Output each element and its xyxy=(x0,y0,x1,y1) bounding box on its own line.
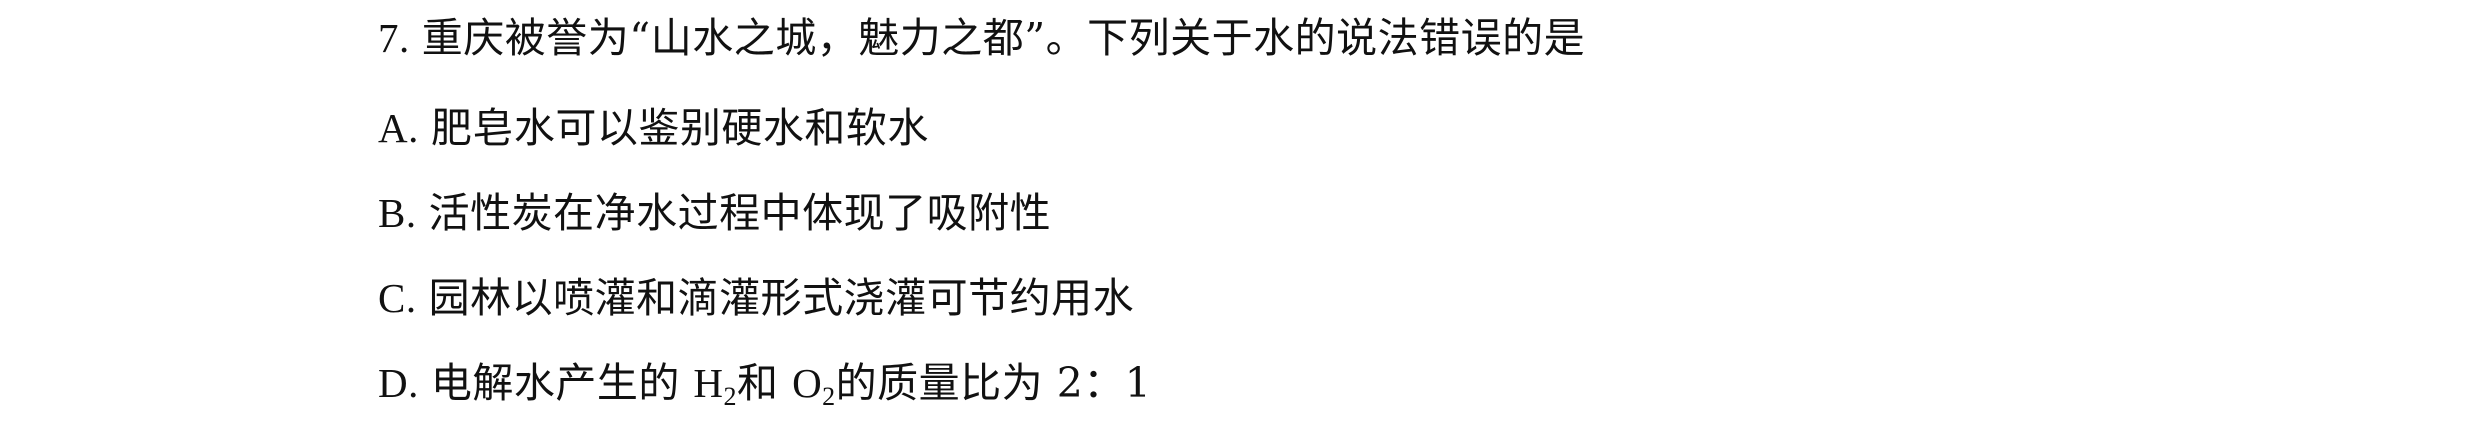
question-text: 重庆被誉为“山水之城，魅力之都”。下列关于水的说法错误的是 xyxy=(421,14,1586,62)
option-d-letter: D. xyxy=(378,360,419,406)
hydrogen-subscript: 2 xyxy=(723,382,738,411)
option-d[interactable]: D. 电解水产生的 H2和 O2的质量比为 2：1 xyxy=(378,357,1151,415)
oxygen-subscript: 2 xyxy=(822,382,836,411)
option-b-text: 活性炭在净水过程中体现了吸附性 xyxy=(428,189,1052,237)
option-a-text: 肥皂水可以鉴别硬水和软水 xyxy=(430,104,929,152)
question-stem: 7. 重庆被誉为“山水之城，魅力之都”。下列关于水的说法错误的是 xyxy=(378,12,1585,64)
option-c-letter: C. xyxy=(378,275,417,321)
option-c-text: 园林以喷灌和滴灌形式浇灌可节约用水 xyxy=(428,274,1135,322)
option-c[interactable]: C. 园林以喷灌和滴灌形式浇灌可节约用水 xyxy=(378,272,1134,324)
option-a[interactable]: A. 肥皂水可以鉴别硬水和软水 xyxy=(378,102,929,154)
option-b-letter: B. xyxy=(378,190,417,236)
question-number: 7. xyxy=(378,15,410,61)
oxygen-symbol: O xyxy=(792,360,823,406)
option-b[interactable]: B. 活性炭在净水过程中体现了吸附性 xyxy=(378,187,1051,239)
hydrogen-symbol: H xyxy=(693,360,724,406)
option-d-text-mid: 和 xyxy=(737,359,793,407)
question-page: 7. 重庆被誉为“山水之城，魅力之都”。下列关于水的说法错误的是 A. 肥皂水可以鉴… xyxy=(0,0,2480,421)
option-a-letter: A. xyxy=(378,105,419,151)
option-d-text-before: 电解水产生的 xyxy=(430,359,694,407)
option-d-text-after: 的质量比为 2：1 xyxy=(835,359,1152,407)
